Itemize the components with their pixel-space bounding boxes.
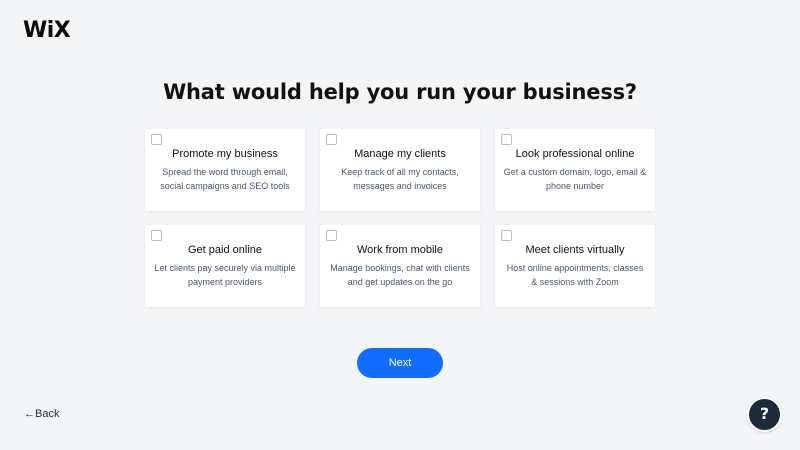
checkbox[interactable] — [501, 230, 512, 241]
option-title: Look professional online — [515, 148, 635, 160]
option-title: Promote my business — [172, 148, 278, 160]
checkbox[interactable] — [326, 134, 337, 145]
option-description: Let clients pay securely via multiple pa… — [154, 263, 296, 287]
next-button[interactable]: Next — [357, 348, 443, 378]
help-button[interactable]: ? — [749, 399, 780, 430]
checkbox[interactable] — [326, 230, 337, 241]
option-description: Manage bookings, chat with clients and g… — [330, 263, 470, 287]
question-mark-icon: ? — [759, 404, 770, 423]
option-description: Host online appointments, classes & sess… — [506, 263, 644, 287]
option-card-work-from-mobile[interactable]: Work from mobile Manage bookings, chat w… — [320, 225, 480, 307]
option-description: Keep track of all my contacts, messages … — [341, 167, 459, 191]
option-card-promote-my-business[interactable]: Promote my business Spread the word thro… — [145, 129, 305, 211]
option-card-look-professional-online[interactable]: Look professional online Get a custom do… — [495, 129, 655, 211]
option-card-manage-my-clients[interactable]: Manage my clients Keep track of all my c… — [320, 129, 480, 211]
option-description: Spread the word through email, social ca… — [160, 167, 290, 191]
checkbox[interactable] — [151, 230, 162, 241]
checkbox[interactable] — [501, 134, 512, 145]
checkbox[interactable] — [151, 134, 162, 145]
option-title: Manage my clients — [354, 148, 446, 160]
option-description: Get a custom domain, logo, email & phone… — [503, 167, 647, 191]
options-grid: Promote my business Spread the word thro… — [145, 129, 656, 307]
option-card-get-paid-online[interactable]: Get paid online Let clients pay securely… — [145, 225, 305, 307]
back-link[interactable]: ←Back — [24, 408, 59, 421]
page-title: What would help you run your business? — [163, 80, 637, 104]
option-title: Work from mobile — [357, 244, 443, 256]
option-title: Meet clients virtually — [525, 244, 625, 256]
wix-logo: WiX — [23, 18, 71, 43]
option-card-meet-clients-virtually[interactable]: Meet clients virtually Host online appoi… — [495, 225, 655, 307]
option-title: Get paid online — [188, 244, 262, 256]
